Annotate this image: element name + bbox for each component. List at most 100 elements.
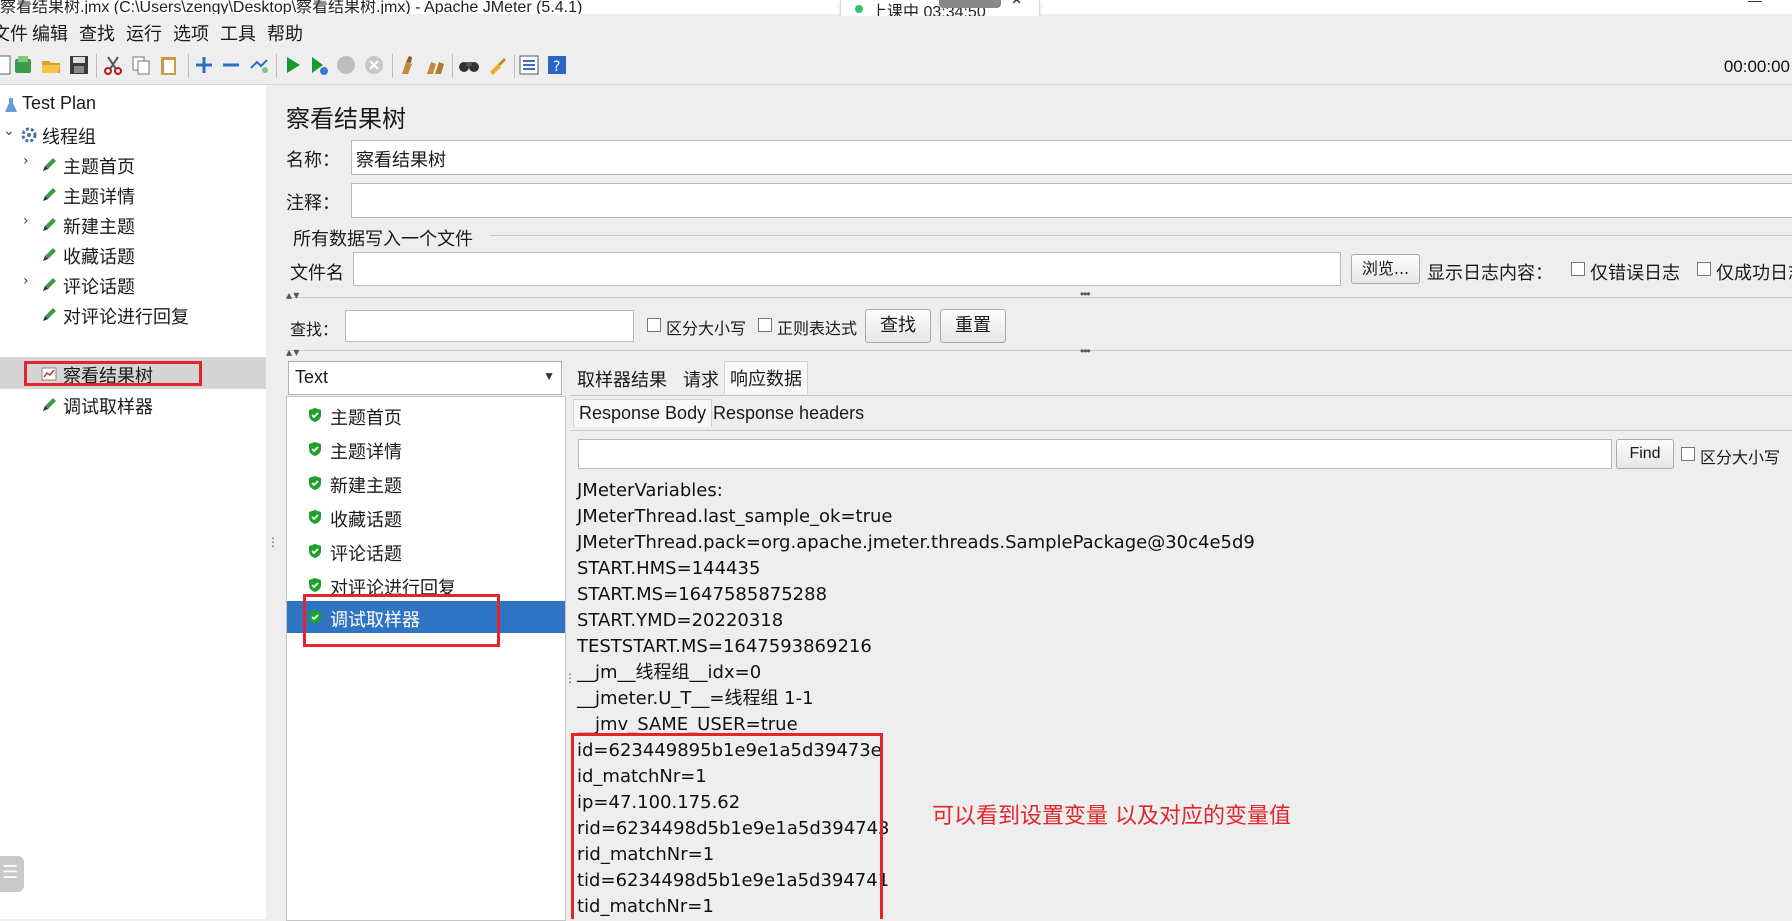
divider xyxy=(286,350,1792,351)
tab-sampler-result[interactable]: 取样器结果 xyxy=(572,363,672,395)
search-input[interactable] xyxy=(345,310,634,342)
response-find-input[interactable] xyxy=(578,439,1612,469)
sample-label: 新建主题 xyxy=(330,476,402,497)
tree-item-sampler[interactable]: 收藏话题 xyxy=(0,238,266,270)
comment-field[interactable] xyxy=(351,183,1792,218)
annotation-note: 可以看到设置变量 以及对应的变量值 xyxy=(932,804,1291,829)
split-grip-icon[interactable]: ••• xyxy=(1080,344,1091,358)
tab-response-data[interactable]: 响应数据 xyxy=(724,361,808,394)
sampler-pen-icon xyxy=(43,278,56,291)
tree-item-sampler[interactable]: › 新建主题 xyxy=(0,208,266,240)
menu-tools[interactable]: 工具 xyxy=(220,20,256,46)
reset-search-icon[interactable] xyxy=(486,54,508,76)
copy-icon[interactable] xyxy=(130,54,152,76)
response-case-checkbox[interactable] xyxy=(1681,447,1695,461)
list-item[interactable]: 主题首页 xyxy=(287,399,565,431)
success-shield-icon xyxy=(309,544,321,558)
case-sensitive-checkbox[interactable] xyxy=(647,318,661,332)
chevron-right-icon[interactable]: › xyxy=(23,273,29,289)
tree-item-label: 主题详情 xyxy=(63,187,135,208)
chevron-down-icon[interactable]: ⌄ xyxy=(3,123,15,139)
tree-item-sampler[interactable]: 主题详情 xyxy=(0,178,266,210)
split-arrows-icon[interactable]: ▴ ▾ xyxy=(286,345,299,359)
clear-icon[interactable] xyxy=(396,54,418,76)
success-shield-icon xyxy=(309,510,321,524)
cut-icon[interactable] xyxy=(102,54,124,76)
templates-icon[interactable] xyxy=(12,54,34,76)
errors-only-checkbox[interactable] xyxy=(1571,262,1585,276)
start-no-pause-icon[interactable] xyxy=(308,54,330,76)
stop-icon[interactable] xyxy=(335,54,357,76)
split-grip-icon[interactable]: ••• xyxy=(1080,287,1091,301)
expand-icon[interactable] xyxy=(193,54,215,76)
menu-help[interactable]: 帮助 xyxy=(267,20,303,46)
sample-result-list: 主题首页 主题详情 新建主题 收藏话题 评论话题 对评论进行回复 调试取样器 xyxy=(286,396,566,921)
page-title: 察看结果树 xyxy=(286,105,406,133)
function-helper-icon[interactable] xyxy=(518,54,540,76)
success-shield-icon xyxy=(309,476,321,490)
browse-button[interactable]: 浏览... xyxy=(1351,254,1420,284)
response-find-button[interactable]: Find xyxy=(1616,439,1674,469)
section-border xyxy=(490,235,1792,236)
list-item[interactable]: 收藏话题 xyxy=(287,501,565,533)
tree-item-test-plan[interactable]: Test Plan xyxy=(0,88,266,120)
split-arrows-icon[interactable]: ▴ ▾ xyxy=(286,288,299,302)
body-line: JMeterThread.last_sample_ok=true xyxy=(577,506,893,527)
success-shield-icon xyxy=(309,442,321,456)
shutdown-icon[interactable] xyxy=(363,54,385,76)
tree-item-debug-sampler[interactable]: 调试取样器 xyxy=(0,388,266,420)
toolbar-separator xyxy=(188,54,189,78)
regex-checkbox[interactable] xyxy=(758,318,772,332)
list-item[interactable]: 新建主题 xyxy=(287,467,565,499)
renderer-select[interactable]: Text ▼ xyxy=(288,361,562,395)
save-icon[interactable] xyxy=(68,54,90,76)
subtab-response-headers[interactable]: Response headers xyxy=(708,400,869,427)
recording-badge xyxy=(939,0,1001,8)
paste-icon[interactable] xyxy=(158,54,180,76)
toggle-icon[interactable] xyxy=(248,54,270,76)
collapse-icon[interactable] xyxy=(220,54,242,76)
tree-item-sampler[interactable]: › 评论话题 xyxy=(0,268,266,300)
highlight-box xyxy=(571,733,883,919)
find-button[interactable]: 查找 xyxy=(865,309,931,343)
chevron-up-icon[interactable]: ⌃ xyxy=(1009,0,1024,17)
menu-bar: 文件 编辑 查找 运行 选项 工具 帮助 xyxy=(0,16,1792,46)
reset-button[interactable]: 重置 xyxy=(940,309,1006,343)
elapsed-timer: 00:00:00 xyxy=(1723,57,1790,76)
menu-options[interactable]: 选项 xyxy=(173,20,209,46)
body-line: START.YMD=20220318 xyxy=(577,610,784,631)
list-item[interactable]: 主题详情 xyxy=(287,433,565,465)
body-line: START.HMS=144435 xyxy=(577,558,761,579)
clear-all-icon[interactable] xyxy=(424,54,446,76)
menu-search[interactable]: 查找 xyxy=(79,20,115,46)
tree-item-sampler[interactable]: › 主题首页 xyxy=(0,148,266,180)
tree-splitter[interactable]: ⋮ xyxy=(266,85,279,919)
window-title: 察看结果树.jmx (C:\Users\zengy\Desktop\察看结果树.… xyxy=(0,0,583,14)
window-control-icon[interactable]: — xyxy=(1748,0,1762,8)
search-icon[interactable] xyxy=(458,54,480,76)
gear-icon xyxy=(21,127,37,143)
menu-run[interactable]: 运行 xyxy=(126,20,162,46)
open-icon[interactable] xyxy=(40,54,62,76)
tree-item-sampler[interactable]: 对评论进行回复 xyxy=(0,298,266,330)
menu-file[interactable]: 文件 xyxy=(0,20,28,46)
start-icon[interactable] xyxy=(282,54,304,76)
subtab-response-body[interactable]: Response Body xyxy=(573,399,713,427)
list-item[interactable]: 评论话题 xyxy=(287,535,565,567)
toolbar-separator xyxy=(276,54,277,78)
name-field[interactable]: 察看结果树 xyxy=(351,140,1792,175)
floating-menu-button[interactable]: ☰ xyxy=(0,856,24,892)
splitter-grip-icon: ⋮ xyxy=(267,535,279,549)
success-only-checkbox[interactable] xyxy=(1697,262,1711,276)
tree-item-thread-group[interactable]: ⌄ 线程组 xyxy=(0,118,266,150)
filename-field[interactable] xyxy=(353,252,1341,286)
tab-request[interactable]: 请求 xyxy=(678,363,724,395)
menu-edit[interactable]: 编辑 xyxy=(32,20,68,46)
chevron-right-icon[interactable]: › xyxy=(23,153,29,169)
svg-text:?: ? xyxy=(553,59,560,75)
toolbar-separator xyxy=(96,54,97,78)
chevron-right-icon[interactable]: › xyxy=(23,213,29,229)
body-line: JMeterThread.pack=org.apache.jmeter.thre… xyxy=(577,532,1255,553)
file-section-title: 所有数据写入一个文件 xyxy=(293,229,473,250)
help-icon[interactable]: ? xyxy=(546,54,568,76)
